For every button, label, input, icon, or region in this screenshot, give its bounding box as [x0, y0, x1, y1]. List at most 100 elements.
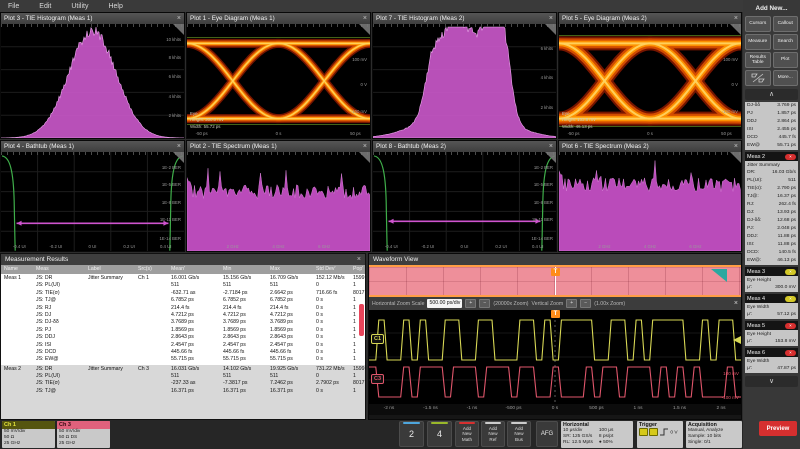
- overview-zoom-handle-icon[interactable]: [711, 269, 727, 282]
- meas-badge-close-icon[interactable]: ×: [785, 269, 796, 275]
- ch3-waveform-handle[interactable]: C3: [371, 374, 384, 384]
- meas-badge-header[interactable]: Meas 3×: [745, 267, 798, 276]
- table-row[interactable]: JS: RJ214.4 fs214.4 fs214.4 fs0 s1: [1, 305, 365, 312]
- plot-body[interactable]: 1E-2 BER1E-5 BER1E-8 BER1E-11 BER1E-14 B…: [1, 152, 184, 251]
- table-row[interactable]: Meas 1JS: DRJitter SummaryCh 116.001 Gb/…: [1, 275, 365, 282]
- zoom-in-button[interactable]: +: [465, 299, 476, 308]
- table-row[interactable]: JS: PL(UI)51151151101: [1, 282, 365, 289]
- trigger-badge[interactable]: Trigger 0 V: [637, 421, 683, 448]
- channel-badge-ch1[interactable]: Ch 150 mV/div50 Ω25 GHz: [2, 421, 55, 448]
- close-icon[interactable]: ×: [549, 143, 553, 150]
- meas-badge-body[interactable]: Jitter SummaryDR:16.03 Gb/sPL(UI):511TIE…: [745, 161, 798, 265]
- plot-body[interactable]: 2 GHz4 GHz6 GHz: [187, 152, 370, 251]
- resize-handle-icon[interactable]: [545, 152, 556, 163]
- horizontal-badge[interactable]: Horizontal10 μs/divSR: 125 GS/sRL: 12.5 …: [561, 421, 633, 448]
- trigger-marker-icon[interactable]: T: [551, 268, 560, 276]
- vertical-zoom-out-button[interactable]: −: [580, 299, 591, 308]
- meas-badge-header[interactable]: Meas 2×: [745, 152, 798, 161]
- meas-badge-body[interactable]: Eye Widthμ':47.87 ps: [745, 357, 798, 373]
- plot-titlebar[interactable]: Plot 4 - Bathtub (Meas 1)×: [1, 141, 184, 152]
- meas-badge-header[interactable]: Meas 4×: [745, 294, 798, 303]
- zoomed-waveform-area[interactable]: TC1C3100 mV-100 mV: [369, 310, 741, 404]
- meas-badge-body[interactable]: Eye Heightμ':300.0 mV: [745, 276, 798, 292]
- resize-handle-icon[interactable]: [359, 152, 370, 163]
- plot-titlebar[interactable]: Plot 1 - Eye Diagram (Meas 1)×: [187, 13, 370, 24]
- resize-handle-icon[interactable]: [730, 24, 741, 35]
- table-row[interactable]: JS: DDJ2.8643 ps2.8643 ps2.8643 ps0 s1: [1, 334, 365, 341]
- table-row[interactable]: JS: TIE(σ)-237.33 as-7.3817 ps7.2462 ps2…: [1, 380, 365, 387]
- plot-titlebar[interactable]: Plot 7 - TIE Histogram (Meas 2)×: [373, 13, 556, 24]
- table-row[interactable]: JS: PJ1.8569 ps1.8569 ps1.8569 ps0 s1: [1, 327, 365, 334]
- sidebar-button-search[interactable]: Search: [773, 34, 799, 50]
- close-icon[interactable]: ×: [734, 15, 738, 22]
- sidebar-button-plot[interactable]: Plot: [773, 52, 799, 68]
- add-button-add-new-math[interactable]: Add New Math: [455, 421, 479, 447]
- sidebar-button-mask[interactable]: [745, 70, 771, 86]
- meas-badge-close-icon[interactable]: ×: [785, 296, 796, 302]
- measurement-results-titlebar[interactable]: Measurement Results ×: [1, 254, 365, 265]
- meas-badge-header[interactable]: Meas 5×: [745, 321, 798, 330]
- menu-item-utility[interactable]: Utility: [71, 3, 88, 10]
- table-row[interactable]: JS: TIE(σ)-632.71 as-2.7184 ps2.6642 ps7…: [1, 290, 365, 297]
- menu-item-file[interactable]: File: [8, 3, 19, 10]
- channel-badge-ch3[interactable]: Ch 350 mV/div50 Ω DS25 GHz: [57, 421, 110, 448]
- plot-titlebar[interactable]: Plot 3 - TIE Histogram (Meas 1)×: [1, 13, 184, 24]
- resize-handle-icon[interactable]: [730, 152, 741, 163]
- close-icon[interactable]: ×: [363, 143, 367, 150]
- meas-badge-close-icon[interactable]: ×: [785, 154, 796, 160]
- add-button-add-new-bus[interactable]: Add New Bus: [507, 421, 531, 447]
- plot-body[interactable]: 1E-2 BER1E-5 BER1E-8 BER1E-11 BER1E-14 B…: [373, 152, 556, 251]
- menu-item-help[interactable]: Help: [108, 3, 122, 10]
- close-icon[interactable]: ×: [357, 256, 361, 263]
- plot-body[interactable]: 2 GHz4 GHz6 GHz: [559, 152, 741, 251]
- meas-badge-close-icon[interactable]: ×: [785, 323, 796, 329]
- table-scrollbar[interactable]: [359, 304, 364, 336]
- channel-button-2[interactable]: 2: [399, 421, 424, 447]
- plot-body[interactable]: 100 mV0 V-100 mV-50 ps0 s50 psEyeHeight:…: [559, 24, 741, 138]
- plot-titlebar[interactable]: Plot 6 - TIE Spectrum (Meas 2)×: [559, 141, 741, 152]
- afg-button[interactable]: AFG: [536, 421, 558, 447]
- sidebar-button-cursors[interactable]: Cursors: [745, 16, 771, 32]
- plot-titlebar[interactable]: Plot 2 - TIE Spectrum (Meas 1)×: [187, 141, 370, 152]
- table-row[interactable]: JS: EW@55.715 ps55.715 ps55.715 ps0 s1: [1, 356, 365, 363]
- meas-badge-body[interactable]: Eye Heightμ':153.8 mV: [745, 330, 798, 346]
- table-row[interactable]: Meas 2JS: DRJitter SummaryCh 316.031 Gb/…: [1, 366, 365, 373]
- plot-titlebar[interactable]: Plot 5 - Eye Diagram (Meas 2)×: [559, 13, 741, 24]
- zoom-out-button[interactable]: −: [479, 299, 490, 308]
- close-zoom-icon[interactable]: ×: [734, 300, 738, 307]
- resize-handle-icon[interactable]: [173, 152, 184, 163]
- ch1-waveform-handle[interactable]: C1: [371, 334, 384, 344]
- table-row[interactable]: JS: ISI2.4547 ps2.4547 ps2.4547 ps0 s1: [1, 342, 365, 349]
- table-row[interactable]: JS: DCD445.66 fs445.66 fs445.66 fs0 s1: [1, 349, 365, 356]
- meas-badge-close-icon[interactable]: ×: [785, 350, 796, 356]
- plot-body[interactable]: 6 khits4 khits2 khits: [373, 24, 556, 138]
- close-icon[interactable]: ×: [363, 15, 367, 22]
- sidebar-button-results-table[interactable]: Results Table: [745, 52, 771, 68]
- sidebar-button-callout[interactable]: Callout: [773, 16, 799, 32]
- collapse-down-button[interactable]: ∨: [745, 376, 798, 387]
- table-row[interactable]: JS: DJ4.7212 ps4.7212 ps4.7212 ps0 s1: [1, 312, 365, 319]
- vertical-zoom-in-button[interactable]: +: [566, 299, 577, 308]
- waveform-overview[interactable]: T: [369, 265, 741, 297]
- preview-button[interactable]: Preview: [759, 421, 797, 436]
- plot-titlebar[interactable]: Plot 8 - Bathtub (Meas 2)×: [373, 141, 556, 152]
- meas-badge-header[interactable]: Meas 6×: [745, 348, 798, 357]
- close-icon[interactable]: ×: [177, 143, 181, 150]
- horizontal-zoom-scale-input[interactable]: 500.00 ps/div: [427, 299, 462, 308]
- acquisition-badge[interactable]: AcquisitionManual, AnalyzeSample: 10 bit…: [686, 421, 742, 448]
- resize-handle-icon[interactable]: [359, 24, 370, 35]
- trigger-marker-icon[interactable]: T: [551, 310, 560, 318]
- plot-body[interactable]: 100 mV0 V-100 mV-50 ps0 s50 psEyeHeight:…: [187, 24, 370, 138]
- channel-button-4[interactable]: 4: [427, 421, 452, 447]
- close-icon[interactable]: ×: [734, 143, 738, 150]
- table-row[interactable]: JS: TJ@16.371 ps16.371 ps16.371 ps0 s1: [1, 388, 365, 395]
- resize-handle-icon[interactable]: [173, 24, 184, 35]
- close-icon[interactable]: ×: [549, 15, 553, 22]
- waveform-view-titlebar[interactable]: Waveform View: [369, 254, 741, 265]
- plot-body[interactable]: 10 khits8 khits6 khits4 khits2 khits: [1, 24, 184, 138]
- add-button-add-new-ref[interactable]: Add New Ref: [481, 421, 505, 447]
- meas-badge-body[interactable]: Eye Widthμ':57.12 ps: [745, 303, 798, 319]
- table-row[interactable]: JS: DJ-δδ3.7689 ps3.7689 ps3.7689 ps0 s1: [1, 319, 365, 326]
- meas1-results-strip[interactable]: DJ-δδ3.769 psPJ1.857 psDDJ2.864 psISI2.4…: [745, 102, 798, 150]
- sidebar-button-measure[interactable]: Measure: [745, 34, 771, 50]
